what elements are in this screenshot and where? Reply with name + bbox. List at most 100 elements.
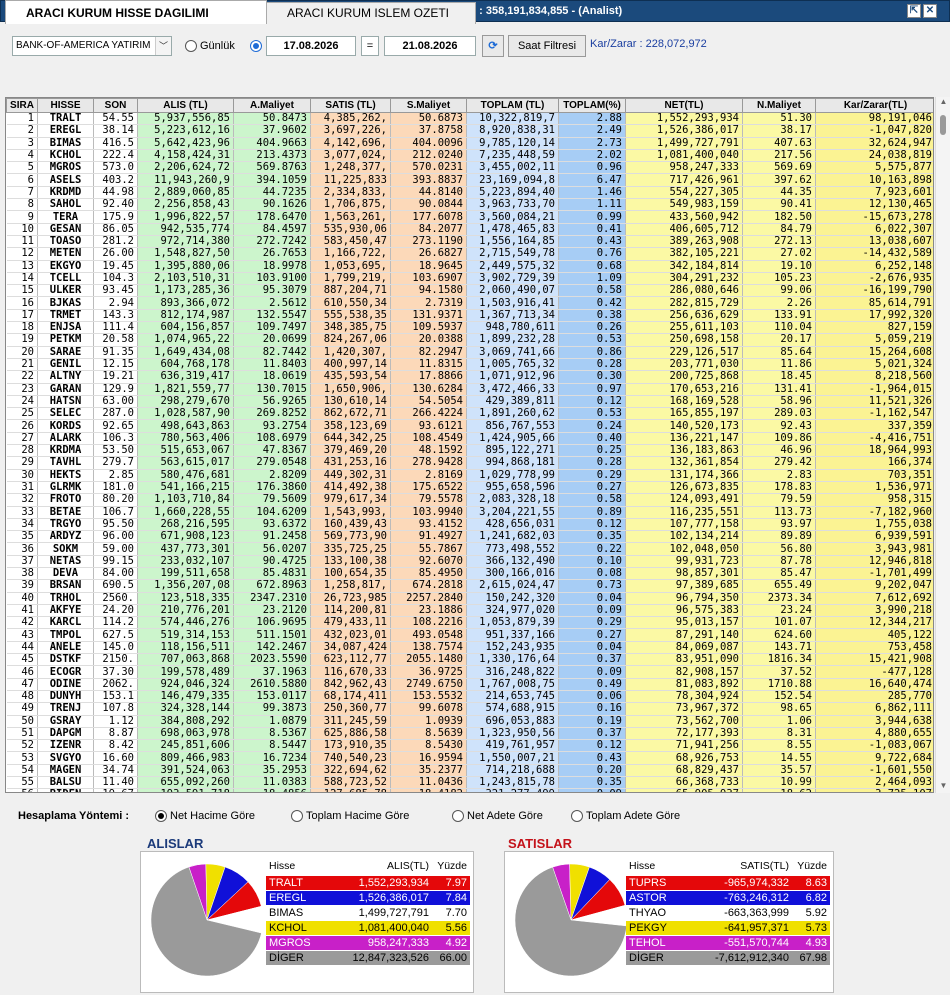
table-row[interactable]: 52 IZENR 8.42 245,851,606 8.5447 173,910,35 8.… <box>6 739 933 753</box>
table-row[interactable]: 20 SARAE 91.35 1,649,434,08 82.7442 1,420,307… <box>6 346 933 359</box>
option-net-hacim-dot[interactable] <box>155 810 167 822</box>
table-row[interactable]: 39 BRSAN 690.5 1,356,207,08 672.8963 1,258,81… <box>6 579 933 593</box>
table-row[interactable]: 55 BALSU 11.40 655,092,260 11.0383 588,723,52… <box>6 776 933 790</box>
table-row[interactable]: 14 TCELL 104.3 2,103,510,31 103.9100 1,799,21… <box>6 272 933 286</box>
column-header[interactable]: ALIS (TL) <box>137 98 234 113</box>
gunluk-radio-dot[interactable] <box>185 40 197 52</box>
table-row[interactable]: 41 AKFYE 24.20 210,776,201 23.2120 114,200,81… <box>6 604 933 618</box>
date-range-radio-dot[interactable] <box>250 40 262 52</box>
legend-row[interactable]: KCHOL 1,081,400,040 5.56 <box>266 920 470 936</box>
table-row[interactable]: 40 TRHOL 2560. 123,518,335 2347.2310 26,723,9… <box>6 592 933 605</box>
table-row[interactable]: 27 ALARK 106.3 780,563,406 108.6979 644,342,2… <box>6 432 933 446</box>
table-row[interactable]: 45 DSTKF 2150. 707,063,868 2023.5590 623,112,… <box>6 653 933 667</box>
date-range-radio[interactable] <box>250 40 262 52</box>
table-row[interactable]: 42 KARCL 114.2 574,446,276 106.9695 479,433,1… <box>6 616 933 630</box>
table-row[interactable]: 22 ALTNY 19.21 636,319,417 18.0619 435,593,54… <box>6 370 933 384</box>
column-header[interactable]: TOPLAM (TL) <box>466 98 559 113</box>
table-row[interactable]: 46 ECOGR 37.30 199,578,489 37.1963 116,670,33… <box>6 665 933 679</box>
date-from-input[interactable]: 17.08.2026 <box>266 36 356 56</box>
scroll-down-icon[interactable]: ▼ <box>936 781 950 793</box>
chevron-down-icon[interactable]: ﹀ <box>155 37 171 55</box>
table-row[interactable]: 53 SVGYO 16.60 809,466,983 16.7234 740,540,23… <box>6 751 933 765</box>
column-header[interactable]: HISSE <box>37 98 94 113</box>
table-row[interactable]: 28 KRDMA 53.50 515,653,067 47.8367 379,469,20… <box>6 444 933 458</box>
legend-row[interactable]: TUPRS -965,974,332 8.63 <box>626 875 830 891</box>
table-row[interactable]: 9 TERA 175.9 1,996,822,57 178.6470 1,563,261,… <box>6 210 933 224</box>
export-icon[interactable]: ⇱ <box>907 4 921 18</box>
table-row[interactable]: 31 GLRMK 181.0 541,166,215 176.3860 414,492,3… <box>6 481 933 495</box>
column-header[interactable]: SON <box>93 98 138 113</box>
column-header[interactable]: SIRA <box>6 98 38 113</box>
table-row[interactable]: 36 SOKM 59.00 437,773,301 56.0207 335,725,25 5… <box>6 542 933 556</box>
table-row[interactable]: 44 ANELE 145.0 118,156,511 142.2467 34,087,42… <box>6 641 933 655</box>
column-header[interactable]: S.Maliyet <box>390 98 467 113</box>
scroll-up-icon[interactable]: ▲ <box>936 97 950 109</box>
table-row[interactable]: 49 TRENJ 107.8 324,328,144 99.3873 250,360,77… <box>6 702 933 716</box>
table-row[interactable]: 32 FROTO 80.20 1,103,710,84 79.5609 979,617,3… <box>6 493 933 507</box>
table-row[interactable]: 7 KRDMD 44.98 2,889,060,85 44.7235 2,334,833,… <box>6 186 933 200</box>
table-row[interactable]: 29 TAVHL 279.7 563,615,017 279.0548 431,253,1… <box>6 456 933 470</box>
table-row[interactable]: 5 MGROS 573.0 2,206,624,72 569.8763 1,248,377… <box>6 161 933 175</box>
option-net-adet[interactable]: Net Adete Göre <box>452 810 543 822</box>
table-row[interactable]: 26 KORDS 92.65 498,643,863 93.2754 358,123,69… <box>6 419 933 433</box>
option-toplam-adet-dot[interactable] <box>571 810 583 822</box>
legend-row[interactable]: TRALT 1,552,293,934 7.97 <box>266 875 470 891</box>
table-row[interactable]: 1 TRALT 54.55 5,937,556,85 50.8473 4,385,262,… <box>6 112 933 126</box>
table-row[interactable]: 8 SAHOL 92.40 2,256,858,43 90.1626 1,706,875,… <box>6 198 933 212</box>
broker-select[interactable]: BANK-OF-AMERICA YATIRIM ﹀ <box>12 36 172 56</box>
column-header[interactable]: A.Maliyet <box>233 98 311 113</box>
table-row[interactable]: 51 DAPGM 8.87 698,063,978 8.5367 625,886,58 8.… <box>6 727 933 741</box>
table-row[interactable]: 54 MAGEN 34.74 391,524,063 35.2953 322,694,62… <box>6 764 933 778</box>
table-row[interactable]: 3 BIMAS 416.5 5,642,423,96 404.9663 4,142,696… <box>6 137 933 150</box>
legend-row[interactable]: DİGER 12,847,323,526 66.00 <box>266 950 470 966</box>
column-header[interactable]: N.Maliyet <box>742 98 816 113</box>
saat-filtresi-button[interactable]: Saat Filtresi <box>508 35 586 57</box>
option-toplam-hacim[interactable]: Toplam Hacime Göre <box>291 810 409 822</box>
table-row[interactable]: 47 ODINE 2062. 924,046,324 2610.5880 842,962,… <box>6 678 933 691</box>
option-net-adet-dot[interactable] <box>452 810 464 822</box>
table-row[interactable]: 11 TOASO 281.2 972,714,380 272.7242 583,450,4… <box>6 235 933 249</box>
grid-scrollbar[interactable]: ▲ ▼ <box>935 97 950 793</box>
column-header[interactable]: TOPLAM(%) <box>558 98 626 113</box>
table-row[interactable]: 43 TMPOL 627.5 519,314,153 511.1501 432,023,0… <box>6 628 933 642</box>
legend-row[interactable]: BIMAS 1,499,727,791 7.70 <box>266 905 470 921</box>
tab-islem-ozeti[interactable]: ARACI KURUM ISLEM OZETI <box>266 2 476 24</box>
table-row[interactable]: 24 HATSN 63.00 298,279,670 56.9265 130,610,14… <box>6 395 933 409</box>
table-row[interactable]: 21 GENIL 12.15 604,768,178 11.8403 400,997,14… <box>6 358 933 372</box>
close-icon[interactable]: ✕ <box>923 4 937 18</box>
table-row[interactable]: 48 DUNYH 153.1 146,479,335 153.0117 68,174,41… <box>6 690 933 704</box>
table-row[interactable]: 37 NETAS 99.15 233,032,107 90.4725 133,100,38… <box>6 555 933 568</box>
table-row[interactable]: 19 PETKM 20.58 1,074,965,22 20.0699 824,267,0… <box>6 333 933 347</box>
refresh-icon[interactable]: ⟳ <box>482 35 504 57</box>
scroll-thumb[interactable] <box>940 115 946 135</box>
table-row[interactable]: 23 GARAN 129.9 1,821,559,77 130.7015 1,650,90… <box>6 383 933 396</box>
legend-row[interactable]: DİGER -7,612,912,340 67.98 <box>626 950 830 966</box>
table-row[interactable]: 38 DEVA 84.00 199,511,658 85.4831 100,654,35 8… <box>6 567 933 581</box>
table-row[interactable]: 4 KCHOL 222.4 4,158,424,31 213.4373 3,077,024… <box>6 149 933 163</box>
table-row[interactable]: 25 SELEC 287.0 1,028,587,90 269.8252 862,672,… <box>6 407 933 421</box>
option-toplam-adet[interactable]: Toplam Adete Göre <box>571 810 680 822</box>
legend-row[interactable]: MGROS 958,247,333 4.92 <box>266 935 470 951</box>
option-net-hacim[interactable]: Net Hacime Göre <box>155 810 255 822</box>
table-row[interactable]: 12 METEN 26.00 1,548,827,50 26.7653 1,166,722… <box>6 247 933 261</box>
legend-row[interactable]: THYAO -663,363,999 5.92 <box>626 905 830 921</box>
table-row[interactable]: 56BIDEN19.67193,591,71818.4856127,685,78… <box>6 788 933 792</box>
legend-row[interactable]: EREGL 1,526,386,017 7.84 <box>266 890 470 906</box>
table-row[interactable]: 18 ENJSA 111.4 604,156,857 109.7497 348,385,7… <box>6 321 933 335</box>
gunluk-radio[interactable]: Günlük <box>185 40 235 52</box>
table-row[interactable]: 35 ARDYZ 96.00 671,908,123 91.2458 569,773,90… <box>6 530 933 544</box>
table-row[interactable]: 34 TRGYO 95.50 268,216,595 93.6372 160,439,43… <box>6 518 933 532</box>
table-row[interactable]: 10 GESAN 86.05 942,535,774 84.4597 535,930,06… <box>6 223 933 236</box>
date-to-input[interactable]: 21.08.2026 <box>384 36 476 56</box>
option-toplam-hacim-dot[interactable] <box>291 810 303 822</box>
legend-row[interactable]: TEHOL -551,570,744 4.93 <box>626 935 830 951</box>
column-header[interactable]: SATIS (TL) <box>310 98 391 113</box>
table-row[interactable]: 17 TRMET 143.3 812,174,987 132.5547 555,538,3… <box>6 309 933 323</box>
tab-hisse-dagilimi[interactable]: ARACI KURUM HISSE DAGILIMI <box>5 0 267 24</box>
table-row[interactable]: 30 HEKTS 2.85 580,476,681 2.8209 449,302,31 2.… <box>6 469 933 482</box>
table-row[interactable]: 16 BJKAS 2.94 893,366,072 2.5612 610,550,34 2.… <box>6 296 933 310</box>
legend-row[interactable]: PEKGY -641,957,371 5.73 <box>626 920 830 936</box>
table-row[interactable]: 50 GSRAY 1.12 384,808,292 1.0879 311,245,59 1.… <box>6 715 933 728</box>
column-header[interactable]: Kar/Zarar(TL) <box>815 98 933 113</box>
column-header[interactable]: NET(TL) <box>625 98 743 113</box>
